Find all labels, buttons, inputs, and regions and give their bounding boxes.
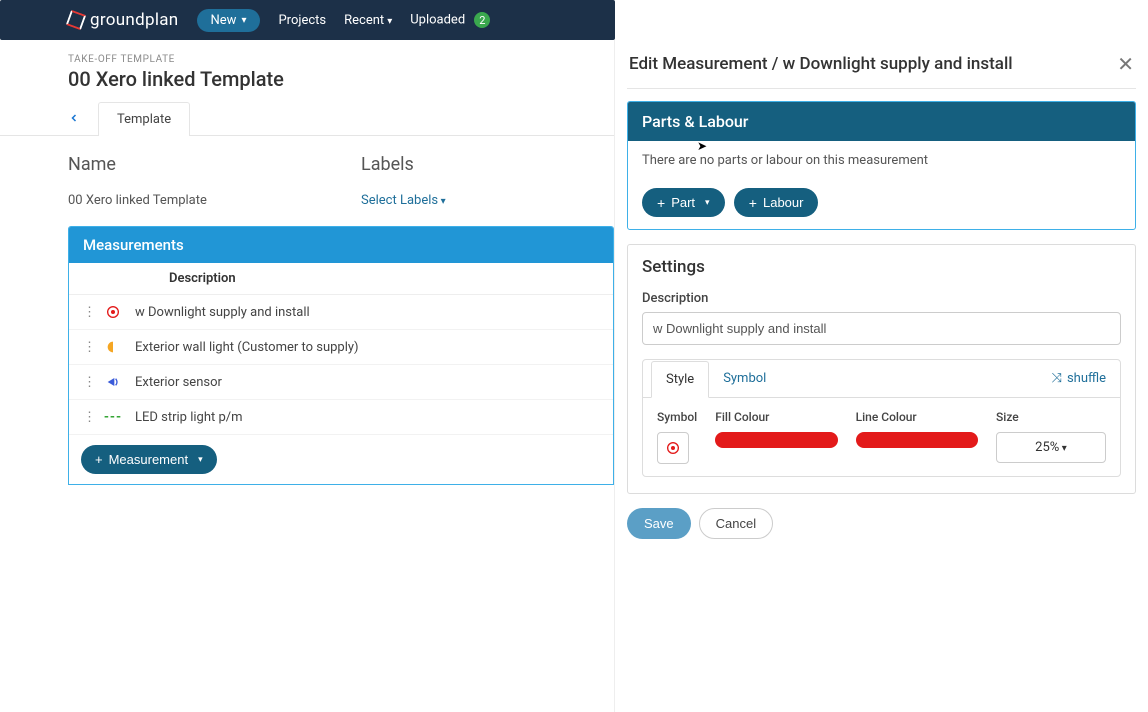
fill-colour-picker[interactable]: [715, 432, 837, 448]
size-label: Size: [996, 410, 1106, 424]
add-part-button[interactable]: + Part: [642, 188, 725, 217]
measurements-header: Measurements: [69, 227, 613, 263]
measurements-card: Measurements Description ⋮ w Downlight s…: [68, 226, 614, 485]
style-box: Style Symbol ⤨ shuffle Symbol: [642, 359, 1121, 477]
labels-label: Labels: [361, 154, 594, 175]
name-label: Name: [68, 154, 301, 175]
description-input[interactable]: [642, 312, 1121, 345]
tab-symbol[interactable]: Symbol: [709, 361, 780, 396]
line-colour-picker[interactable]: [856, 432, 978, 448]
col-description: Description: [69, 263, 613, 295]
new-button[interactable]: New ▾: [197, 9, 261, 32]
row-description: w Downlight supply and install: [135, 305, 599, 320]
tab-bar: Template: [0, 101, 614, 136]
add-labour-button[interactable]: + Labour: [734, 188, 819, 217]
brand-logo[interactable]: groundplan: [68, 10, 179, 30]
drag-handle-icon[interactable]: ⋮: [83, 340, 91, 355]
nav-uploaded[interactable]: Uploaded 2: [410, 12, 490, 28]
description-label: Description: [642, 291, 1121, 306]
page-title: 00 Xero linked Template: [68, 67, 614, 91]
shuffle-button[interactable]: ⤨ shuffle: [1052, 371, 1106, 386]
symbol-label: Symbol: [657, 410, 697, 424]
cancel-button[interactable]: Cancel: [699, 508, 773, 539]
symbol-picker[interactable]: [657, 432, 689, 464]
drag-handle-icon[interactable]: ⋮: [83, 305, 91, 320]
measurement-row[interactable]: ⋮ Exterior wall light (Customer to suppl…: [69, 330, 613, 365]
close-button[interactable]: ✕: [1117, 52, 1134, 76]
panel-title: Edit Measurement / w Downlight supply an…: [629, 54, 1013, 74]
chevron-down-icon: ▾: [241, 15, 246, 26]
left-pane: TAKE-OFF TEMPLATE 00 Xero linked Templat…: [0, 40, 615, 712]
tab-template[interactable]: Template: [98, 102, 190, 136]
name-value: 00 Xero linked Template: [68, 193, 301, 208]
back-button[interactable]: [68, 109, 98, 128]
uploaded-badge: 2: [474, 12, 490, 28]
drag-handle-icon[interactable]: ⋮: [83, 410, 91, 425]
plus-icon: +: [749, 196, 757, 210]
plus-icon: +: [95, 452, 103, 467]
parts-empty-message: There are no parts or labour on this mea…: [642, 153, 1121, 168]
row-description: Exterior sensor: [135, 375, 599, 390]
size-dropdown[interactable]: 25%: [996, 432, 1106, 463]
select-labels-dropdown[interactable]: Select Labels: [361, 193, 594, 208]
fill-colour-label: Fill Colour: [715, 410, 837, 424]
measurement-row[interactable]: ⋮ Exterior sensor: [69, 365, 613, 400]
breadcrumb: TAKE-OFF TEMPLATE: [68, 54, 614, 65]
row-description: LED strip light p/m: [135, 410, 599, 425]
row-description: Exterior wall light (Customer to supply): [135, 340, 599, 355]
led-strip-icon: ---: [103, 407, 123, 427]
parts-labour-section: Parts & Labour There are no parts or lab…: [627, 101, 1136, 230]
measurement-row[interactable]: ⋮ --- LED strip light p/m: [69, 400, 613, 435]
line-colour-label: Line Colour: [856, 410, 978, 424]
downlight-icon: [103, 302, 123, 322]
save-button[interactable]: Save: [627, 508, 691, 539]
drag-handle-icon[interactable]: ⋮: [83, 375, 91, 390]
settings-section: Settings Description Style Symbol ⤨ shuf…: [627, 244, 1136, 494]
plus-icon: +: [657, 196, 665, 210]
logo-mark-icon: [66, 10, 87, 31]
nav-projects[interactable]: Projects: [278, 13, 326, 28]
settings-header: Settings: [642, 257, 1121, 277]
brand-text: groundplan: [90, 10, 179, 30]
parts-labour-header: Parts & Labour: [628, 102, 1135, 141]
shuffle-icon: ⤨: [1052, 371, 1062, 386]
navbar: groundplan New ▾ Projects Recent Uploade…: [0, 0, 615, 40]
add-measurement-button[interactable]: + Measurement: [81, 445, 217, 474]
edit-panel: Edit Measurement / w Downlight supply an…: [615, 40, 1148, 712]
nav-recent[interactable]: Recent: [344, 13, 392, 28]
sensor-icon: [103, 372, 123, 392]
chevron-down-icon: [384, 13, 392, 28]
wall-light-icon: [103, 337, 123, 357]
tab-style[interactable]: Style: [651, 361, 709, 398]
measurement-row[interactable]: ⋮ w Downlight supply and install: [69, 295, 613, 330]
